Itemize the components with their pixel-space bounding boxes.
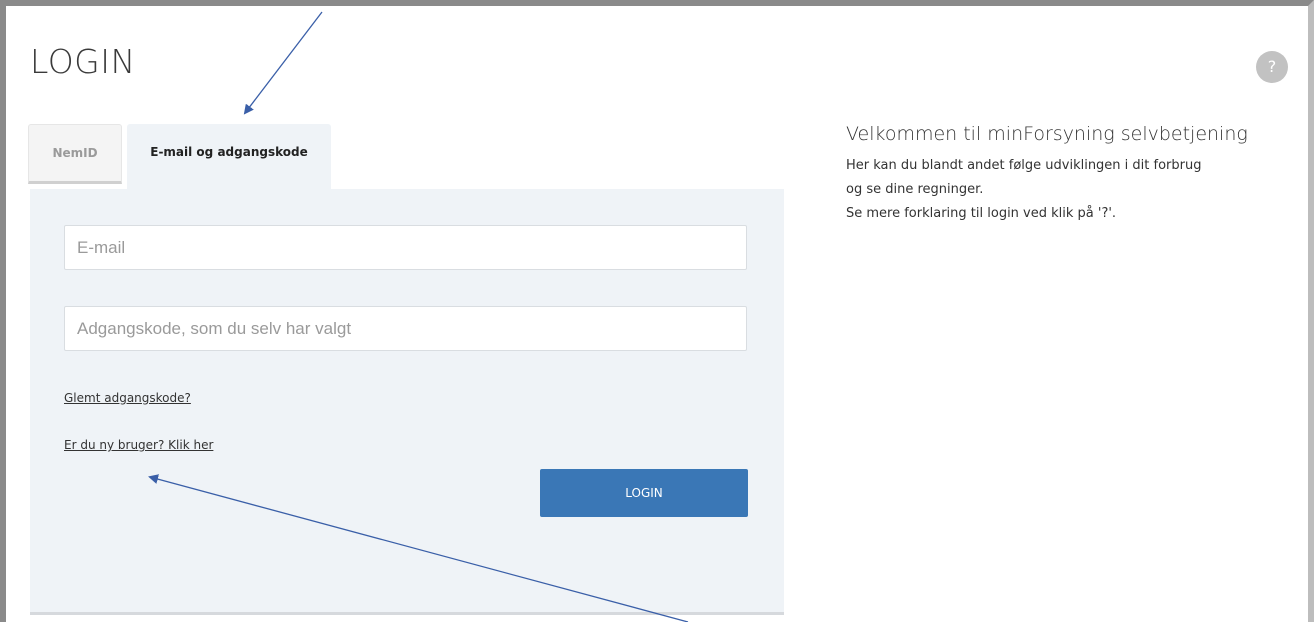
new-user-link[interactable]: Er du ny bruger? Klik her <box>64 438 213 452</box>
welcome-text-line: Her kan du blandt andet følge udviklinge… <box>846 158 1202 173</box>
password-field[interactable] <box>64 306 747 351</box>
welcome-text-line: Se mere forklaring til login ved klik på… <box>846 206 1117 221</box>
welcome-heading: Velkommen til minForsyning selvbetjening <box>846 123 1248 145</box>
page-title: LOGIN <box>30 42 136 81</box>
help-button[interactable]: ? <box>1256 51 1288 83</box>
tab-nemid[interactable]: NemID <box>28 124 122 184</box>
login-panel: Glemt adgangskode? Er du ny bruger? Klik… <box>30 189 784 615</box>
welcome-text-line: og se dine regninger. <box>846 182 984 197</box>
forgot-password-link[interactable]: Glemt adgangskode? <box>64 391 191 405</box>
login-button[interactable]: LOGIN <box>540 469 748 517</box>
tab-email-password[interactable]: E-mail og adgangskode <box>127 124 331 190</box>
email-field[interactable] <box>64 225 747 270</box>
window-frame: LOGIN ? NemID E-mail og adgangskode Glem… <box>0 0 1314 622</box>
